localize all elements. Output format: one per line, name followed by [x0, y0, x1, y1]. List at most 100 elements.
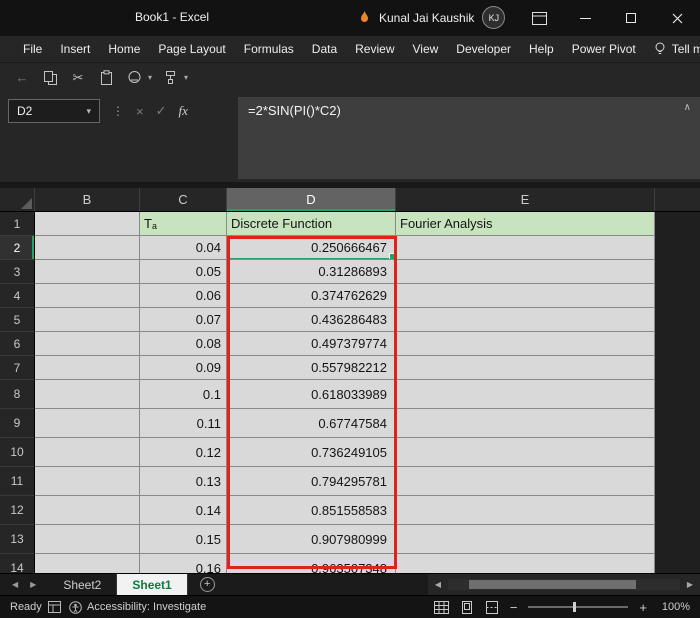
- row-header-3[interactable]: 3: [0, 260, 35, 284]
- cancel-icon[interactable]: ×: [136, 104, 144, 119]
- cell-E14[interactable]: [396, 554, 655, 573]
- cell-E4[interactable]: [396, 284, 655, 308]
- cell-C7[interactable]: 0.09: [140, 356, 227, 380]
- ribbon-tab-page-layout[interactable]: Page Layout: [149, 36, 234, 62]
- row-header-4[interactable]: 4: [0, 284, 35, 308]
- cell-B1[interactable]: [35, 212, 140, 236]
- sheet-tab-sheet1[interactable]: Sheet1: [117, 574, 187, 595]
- cell-C12[interactable]: 0.14: [140, 496, 227, 525]
- row-header-13[interactable]: 13: [0, 525, 35, 554]
- scroll-left-icon[interactable]: ◀: [433, 580, 443, 589]
- column-header-B[interactable]: B: [35, 188, 140, 211]
- cell-C13[interactable]: 0.15: [140, 525, 227, 554]
- ribbon-display-options-icon[interactable]: [516, 0, 562, 36]
- enter-icon[interactable]: ✓: [156, 103, 167, 119]
- ribbon-tab-insert[interactable]: Insert: [51, 36, 99, 62]
- cell-C1[interactable]: Tₐ: [140, 212, 227, 236]
- ribbon-tab-review[interactable]: Review: [346, 36, 403, 62]
- cell-C9[interactable]: 0.11: [140, 409, 227, 438]
- cell-D6[interactable]: 0.497379774: [227, 332, 396, 356]
- column-header-D[interactable]: D: [227, 188, 396, 211]
- row-header-10[interactable]: 10: [0, 438, 35, 467]
- cell-D12[interactable]: 0.851558583: [227, 496, 396, 525]
- cell-E3[interactable]: [396, 260, 655, 284]
- cell-E6[interactable]: [396, 332, 655, 356]
- formula-input[interactable]: =2*SIN(PI()*C2) ∧: [238, 97, 700, 179]
- sheet-nav-left-icon[interactable]: ◀: [12, 580, 18, 589]
- ribbon-tab-data[interactable]: Data: [303, 36, 346, 62]
- cell-C2[interactable]: 0.04: [140, 236, 227, 260]
- cell-B8[interactable]: [35, 380, 140, 409]
- cell-E13[interactable]: [396, 525, 655, 554]
- cell-E1[interactable]: Fourier Analysis: [396, 212, 655, 236]
- row-header-14[interactable]: 14: [0, 554, 35, 573]
- minimize-button[interactable]: [562, 0, 608, 36]
- cell-C4[interactable]: 0.06: [140, 284, 227, 308]
- name-box[interactable]: D2 ▾: [8, 99, 100, 123]
- cell-D13[interactable]: 0.907980999: [227, 525, 396, 554]
- new-sheet-button[interactable]: +: [200, 577, 215, 592]
- scrollbar-thumb[interactable]: [469, 580, 636, 589]
- cell-B9[interactable]: [35, 409, 140, 438]
- cell-D5[interactable]: 0.436286483: [227, 308, 396, 332]
- row-header-12[interactable]: 12: [0, 496, 35, 525]
- scroll-right-icon[interactable]: ▶: [685, 580, 695, 589]
- cell-C5[interactable]: 0.07: [140, 308, 227, 332]
- normal-view-icon[interactable]: [434, 601, 449, 614]
- row-header-9[interactable]: 9: [0, 409, 35, 438]
- cell-D4[interactable]: 0.374762629: [227, 284, 396, 308]
- select-all-corner[interactable]: [0, 188, 35, 211]
- close-button[interactable]: [654, 0, 700, 36]
- cell-B10[interactable]: [35, 438, 140, 467]
- zoom-in-button[interactable]: +: [639, 600, 647, 615]
- cell-E8[interactable]: [396, 380, 655, 409]
- ribbon-tab-file[interactable]: File: [14, 36, 51, 62]
- cell-C8[interactable]: 0.1: [140, 380, 227, 409]
- page-break-view-icon[interactable]: [485, 601, 499, 614]
- paste-button[interactable]: [94, 66, 118, 90]
- ribbon-tab-home[interactable]: Home: [99, 36, 149, 62]
- tell-me[interactable]: Tell me: [645, 36, 700, 62]
- row-header-7[interactable]: 7: [0, 356, 35, 380]
- cell-D2[interactable]: 0.250666467: [227, 236, 396, 260]
- format-painter-button[interactable]: [158, 66, 182, 90]
- row-header-5[interactable]: 5: [0, 308, 35, 332]
- cell-B13[interactable]: [35, 525, 140, 554]
- cell-C3[interactable]: 0.05: [140, 260, 227, 284]
- sheet-nav-right-icon[interactable]: ▶: [30, 580, 36, 589]
- cell-D11[interactable]: 0.794295781: [227, 467, 396, 496]
- ribbon-tab-power-pivot[interactable]: Power Pivot: [563, 36, 645, 62]
- chevron-down-icon[interactable]: ▾: [184, 73, 188, 82]
- ribbon-tab-view[interactable]: View: [404, 36, 448, 62]
- cell-D3[interactable]: 0.31286893: [227, 260, 396, 284]
- row-header-6[interactable]: 6: [0, 332, 35, 356]
- cell-E10[interactable]: [396, 438, 655, 467]
- cell-E12[interactable]: [396, 496, 655, 525]
- accessibility-status[interactable]: Accessibility: Investigate: [69, 601, 206, 614]
- cell-E9[interactable]: [396, 409, 655, 438]
- cut-button[interactable]: ✂: [66, 66, 90, 90]
- maximize-button[interactable]: [608, 0, 654, 36]
- macro-record-icon[interactable]: [48, 601, 61, 613]
- cell-E7[interactable]: [396, 356, 655, 380]
- sheet-tab-sheet2[interactable]: Sheet2: [48, 574, 117, 595]
- row-header-11[interactable]: 11: [0, 467, 35, 496]
- row-header-1[interactable]: 1: [0, 212, 35, 236]
- ribbon-tab-formulas[interactable]: Formulas: [235, 36, 303, 62]
- cell-B12[interactable]: [35, 496, 140, 525]
- cell-D7[interactable]: 0.557982212: [227, 356, 396, 380]
- cell-E11[interactable]: [396, 467, 655, 496]
- cell-D1[interactable]: Discrete Function: [227, 212, 396, 236]
- cell-D9[interactable]: 0.67747584: [227, 409, 396, 438]
- cell-C11[interactable]: 0.13: [140, 467, 227, 496]
- column-header-E[interactable]: E: [396, 188, 655, 211]
- cell-B3[interactable]: [35, 260, 140, 284]
- fill-color-button[interactable]: [122, 66, 146, 90]
- cell-D14[interactable]: 0.963507348: [227, 554, 396, 573]
- column-header-C[interactable]: C: [140, 188, 227, 211]
- cell-C10[interactable]: 0.12: [140, 438, 227, 467]
- zoom-out-button[interactable]: −: [510, 600, 518, 615]
- cell-D10[interactable]: 0.736249105: [227, 438, 396, 467]
- page-layout-view-icon[interactable]: [460, 601, 474, 614]
- horizontal-scrollbar[interactable]: ◀ ▶: [428, 574, 700, 595]
